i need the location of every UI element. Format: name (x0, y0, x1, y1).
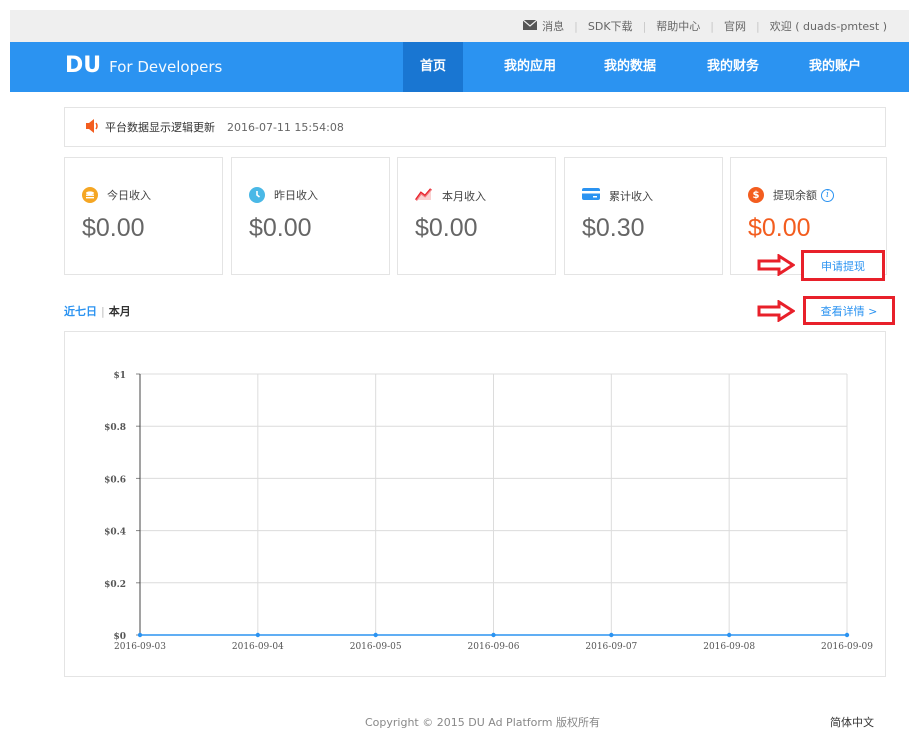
y-tick-label: $0.6 (104, 475, 126, 485)
x-tick-label: 2016-09-04 (232, 642, 284, 652)
y-tick-label: $0 (113, 632, 126, 642)
clock-icon (249, 187, 265, 203)
y-tick-label: $0.2 (104, 580, 126, 590)
card-value: $0.30 (582, 214, 645, 242)
nav-my-data[interactable]: 我的数据 (590, 42, 670, 92)
help-center-link[interactable]: 帮助中心 (656, 18, 700, 34)
stat-card-yesterday: 昨日收入 $0.00 (231, 157, 390, 275)
stat-card-total: 累计收入 $0.30 (564, 157, 723, 275)
card-value: $0.00 (82, 214, 145, 242)
arrow-right-icon (757, 300, 795, 322)
notice-time: 2016-07-11 15:54:08 (227, 120, 344, 134)
data-point (844, 632, 850, 638)
logo-mark: DU (65, 53, 102, 78)
period-tabs: 近七日 | 本月 (64, 303, 131, 319)
trend-icon (415, 187, 433, 204)
x-tick-label: 2016-09-09 (821, 642, 873, 652)
data-point (491, 632, 496, 638)
language-selector[interactable]: 简体中文 (830, 714, 874, 730)
stat-card-today: 今日收入 $0.00 (64, 157, 223, 275)
notice-text[interactable]: 平台数据显示逻辑更新 (105, 119, 215, 135)
logo-subtitle: For Developers (109, 58, 223, 76)
tab-this-month[interactable]: 本月 (109, 305, 131, 318)
card-header: 今日收入 (82, 187, 151, 203)
copyright-text: Copyright © 2015 DU Ad Platform 版权所有 (365, 716, 600, 729)
revenue-line-chart: $0 $0.2 $0.4 $0.6 $0.8 $1 2016-09-03 2016-09-04… (104, 371, 873, 652)
x-tick-label: 2016-09-05 (350, 642, 402, 652)
x-tick-label: 2016-09-07 (585, 642, 637, 652)
card-header: 本月收入 (415, 187, 486, 204)
revenue-chart-panel: $0 $0.2 $0.4 $0.6 $0.8 $1 2016-09-03 2016-09-04… (64, 331, 886, 677)
notice-bar: 平台数据显示逻辑更新 2016-07-11 15:54:08 (64, 107, 886, 147)
arrow-right-icon (757, 254, 795, 276)
view-details-link[interactable]: 查看详情 > (803, 296, 895, 325)
speaker-icon (85, 118, 101, 136)
card-label: 提现余额 (773, 189, 817, 202)
divider: | (574, 19, 578, 33)
data-point (137, 632, 143, 638)
card-label: 今日收入 (107, 189, 151, 202)
x-tick-label: 2016-09-08 (703, 642, 755, 652)
sdk-download-link[interactable]: SDK下载 (588, 18, 633, 34)
card-value: $0.00 (249, 214, 312, 242)
divider: | (101, 305, 105, 318)
mail-icon[interactable] (522, 19, 538, 33)
stat-card-month: 本月收入 $0.00 (397, 157, 556, 275)
y-tick-label: $1 (113, 371, 126, 381)
card-header: 累计收入 (582, 187, 653, 204)
data-point (726, 632, 732, 638)
withdraw-button[interactable]: 申请提现 (801, 250, 885, 281)
y-tick-label: $0.4 (104, 528, 126, 538)
data-point (609, 632, 614, 638)
tab-last-7-days[interactable]: 近七日 (64, 305, 97, 318)
welcome-user[interactable]: 欢迎 ( duads-pmtest ) (770, 18, 887, 34)
card-header: 昨日收入 (249, 187, 318, 203)
card-label: 昨日收入 (274, 189, 318, 202)
main-nav: DU For Developers 首页 我的应用 我的数据 我的财务 我的账户 (10, 42, 909, 92)
card-label: 本月收入 (442, 189, 486, 203)
divider: | (710, 19, 714, 33)
nav-my-apps[interactable]: 我的应用 (490, 42, 570, 92)
official-site-link[interactable]: 官网 (724, 18, 746, 34)
x-tick-label: 2016-09-03 (114, 642, 166, 652)
data-point (373, 632, 378, 638)
topbar-links: 消息 | SDK下载 | 帮助中心 | 官网 | 欢迎 ( duads-pmte… (522, 10, 887, 42)
top-utility-bar: 消息 | SDK下载 | 帮助中心 | 官网 | 欢迎 ( duads-pmte… (10, 10, 909, 42)
info-icon[interactable]: i (821, 188, 834, 202)
nav-home[interactable]: 首页 (403, 42, 463, 92)
data-point (255, 632, 261, 638)
coin-stack-icon (82, 187, 98, 203)
card-label: 累计收入 (609, 189, 653, 203)
card-value: $0.00 (748, 214, 811, 242)
nav-my-finance[interactable]: 我的财务 (693, 42, 773, 92)
y-tick-label: $0.8 (104, 423, 126, 433)
nav-my-account[interactable]: 我的账户 (795, 42, 875, 92)
divider: | (756, 19, 760, 33)
card-icon (582, 187, 600, 204)
x-tick-label: 2016-09-06 (468, 642, 520, 652)
divider: | (642, 19, 647, 33)
card-value: $0.00 (415, 214, 478, 242)
messages-link[interactable]: 消息 (542, 18, 564, 34)
logo[interactable]: DU For Developers (65, 53, 222, 79)
dollar-icon: $ (748, 187, 764, 203)
card-header: $ 提现余额 i (748, 187, 834, 203)
